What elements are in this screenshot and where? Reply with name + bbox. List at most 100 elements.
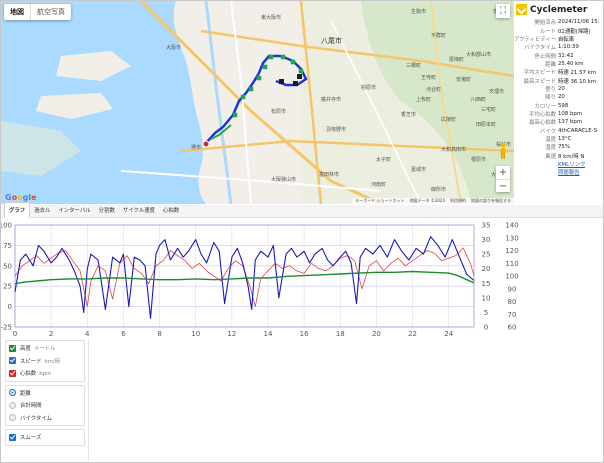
smooth-checkbox[interactable]: [9, 433, 16, 441]
elevation-checkbox[interactable]: [9, 344, 16, 352]
ride-graph-svg[interactable]: 1007550250-25024681012141618202224353025…: [1, 219, 531, 339]
heart-rate-checkbox[interactable]: [9, 369, 16, 377]
summary-value: 25.40 km: [558, 60, 584, 67]
brand: Cyclemeter: [516, 4, 587, 15]
svg-text:御所市: 御所市: [431, 186, 446, 193]
tab-cycle-speed[interactable]: サイクル速度: [119, 203, 159, 217]
svg-text:大阪狭山市: 大阪狭山市: [271, 176, 296, 183]
zoom-control: + −: [496, 166, 510, 192]
report-error-link[interactable]: 地図の誤りを報告する: [471, 198, 511, 204]
y-speed-tick-label: 0: [484, 324, 488, 332]
report-problem-link[interactable]: 問題報告: [558, 168, 580, 176]
summary-value: 137 bpm: [558, 119, 583, 126]
summary-row: 最高心拍数 137 bpm: [514, 118, 603, 126]
tab-splits[interactable]: 分割数: [95, 203, 119, 217]
x-tick-label: 4: [85, 330, 90, 338]
summary-value: 598: [558, 102, 569, 109]
summary-row: 風速 8 km/時 N: [514, 152, 603, 160]
svg-text:天理市: 天理市: [489, 88, 504, 95]
summary-value: 2024/11/06 15:: [558, 19, 600, 26]
route-map[interactable]: 八尾市 東大阪市 大阪市 堺市 松原市 藤井寺市 羽曳野市 柏原市 生駒市 平群…: [1, 1, 514, 204]
y-speed-tick-label: 15: [482, 280, 491, 288]
x-tick-label: 22: [408, 330, 417, 338]
y-left-tick-label: -25: [1, 324, 12, 332]
smoothing-option: スムーズ: [5, 429, 85, 446]
kml-link[interactable]: KMLリンク: [558, 160, 585, 168]
svg-text:斑鳩町: 斑鳩町: [449, 56, 464, 63]
summary-value: 1:10:39: [558, 44, 579, 51]
smooth-toggle[interactable]: スムーズ: [6, 431, 84, 444]
metric-speed[interactable]: スピード km/時: [6, 355, 84, 368]
svg-text:王寺町: 王寺町: [421, 75, 436, 81]
summary-value: 108 bpm: [558, 110, 583, 117]
summary-value: 02通勤(帰路): [558, 28, 591, 35]
summary-value: 20: [558, 94, 565, 101]
summary-value: 20: [558, 85, 565, 92]
terms-link[interactable]: 利用規約: [450, 198, 466, 204]
summary-row: バイク 4thCARACLE-S: [514, 126, 603, 135]
map-tab-satellite[interactable]: 航空写真: [30, 4, 71, 20]
summary-row: 開始済み 2024/11/06 15:: [514, 18, 603, 26]
distance-label: 距離: [20, 390, 31, 397]
x-tick-label: 10: [191, 330, 200, 338]
zoom-out-button[interactable]: −: [496, 179, 510, 192]
distance-radio[interactable]: [9, 389, 16, 397]
options-divider: [88, 340, 89, 460]
svg-text:香芝市: 香芝市: [401, 111, 416, 118]
bike-time-radio[interactable]: [9, 414, 16, 422]
y-speed-tick-label: 5: [484, 309, 488, 317]
y-heart-tick-label: 90: [508, 285, 517, 293]
summary-row: 降り 20: [514, 93, 603, 101]
svg-text:安堵町: 安堵町: [456, 76, 471, 83]
svg-text:葛城市: 葛城市: [411, 166, 426, 173]
heart-rate-unit: bpm: [39, 371, 52, 378]
metric-elevation[interactable]: 高度 メートル: [6, 342, 84, 355]
fullscreen-icon: ⛶: [499, 6, 507, 16]
summary-value: 時速 21.57 km: [558, 70, 597, 77]
summary-row: 平均心拍数 108 bpm: [514, 110, 603, 118]
svg-text:大和郡山市: 大和郡山市: [466, 51, 491, 58]
mode-bike-time[interactable]: バイクタイム: [6, 412, 84, 425]
x-tick-label: 20: [372, 330, 381, 338]
y-heart-tick-label: 60: [508, 324, 517, 332]
summary-label: 登り: [545, 86, 556, 93]
ride-graph[interactable]: 1007550250-25024681012141618202224353025…: [1, 219, 531, 339]
speed-checkbox[interactable]: [9, 357, 16, 365]
zoom-in-button[interactable]: +: [496, 166, 510, 179]
y-heart-tick-label: 110: [505, 260, 518, 268]
mode-total-time[interactable]: 合計時間: [6, 399, 84, 412]
fullscreen-button[interactable]: ⛶: [496, 4, 510, 18]
tab-graph[interactable]: グラフ: [4, 202, 31, 218]
map-data-credit: 地図データ ©2024: [409, 198, 445, 203]
summary-value: 自転車: [558, 36, 575, 43]
summary-row: 湿度 75%: [514, 143, 603, 151]
x-axis-mode-options: 距離 合計時間 バイクタイム: [5, 384, 85, 426]
svg-text:大和高田市: 大和高田市: [441, 146, 466, 153]
keyboard-shortcuts-link[interactable]: キーボード ショートカット: [355, 198, 404, 204]
x-tick-label: 14: [264, 330, 273, 338]
cyclemeter-logo-icon: [516, 4, 527, 15]
summary-label: 平均心拍数: [529, 111, 556, 118]
summary-label: カロリー: [534, 103, 556, 110]
total-time-radio[interactable]: [9, 401, 16, 409]
mode-distance[interactable]: 距離: [6, 387, 84, 400]
street-view-pegman-icon[interactable]: [498, 142, 508, 160]
summary-value: 4thCARACLE-S: [558, 127, 598, 134]
summary-link-row: KMLリンク: [514, 160, 603, 168]
map-tab-roadmap[interactable]: 地図: [4, 4, 30, 20]
svg-text:上牧町: 上牧町: [416, 96, 431, 103]
bike-time-label: バイクタイム: [20, 415, 52, 422]
x-tick-label: 16: [300, 330, 309, 338]
y-heart-tick-label: 140: [505, 222, 518, 230]
metric-heart-rate[interactable]: 心拍数 bpm: [6, 367, 84, 380]
svg-text:生駒市: 生駒市: [411, 8, 426, 15]
tab-heart-rate[interactable]: 心拍数: [159, 203, 183, 217]
tab-intervals[interactable]: インターバル: [54, 203, 94, 217]
summary-label: 最高スピード: [523, 78, 556, 85]
svg-text:柏原市: 柏原市: [361, 84, 376, 91]
summary-row: カロリー 598: [514, 101, 603, 110]
map-canvas[interactable]: 八尾市 東大阪市 大阪市 堺市 松原市 藤井寺市 羽曳野市 柏原市 生駒市 平群…: [1, 1, 514, 204]
summary-label: 平均スピード: [523, 70, 556, 77]
summary-label: アクティビティー: [514, 36, 557, 43]
tab-past-routes[interactable]: 過去ル: [30, 203, 54, 217]
